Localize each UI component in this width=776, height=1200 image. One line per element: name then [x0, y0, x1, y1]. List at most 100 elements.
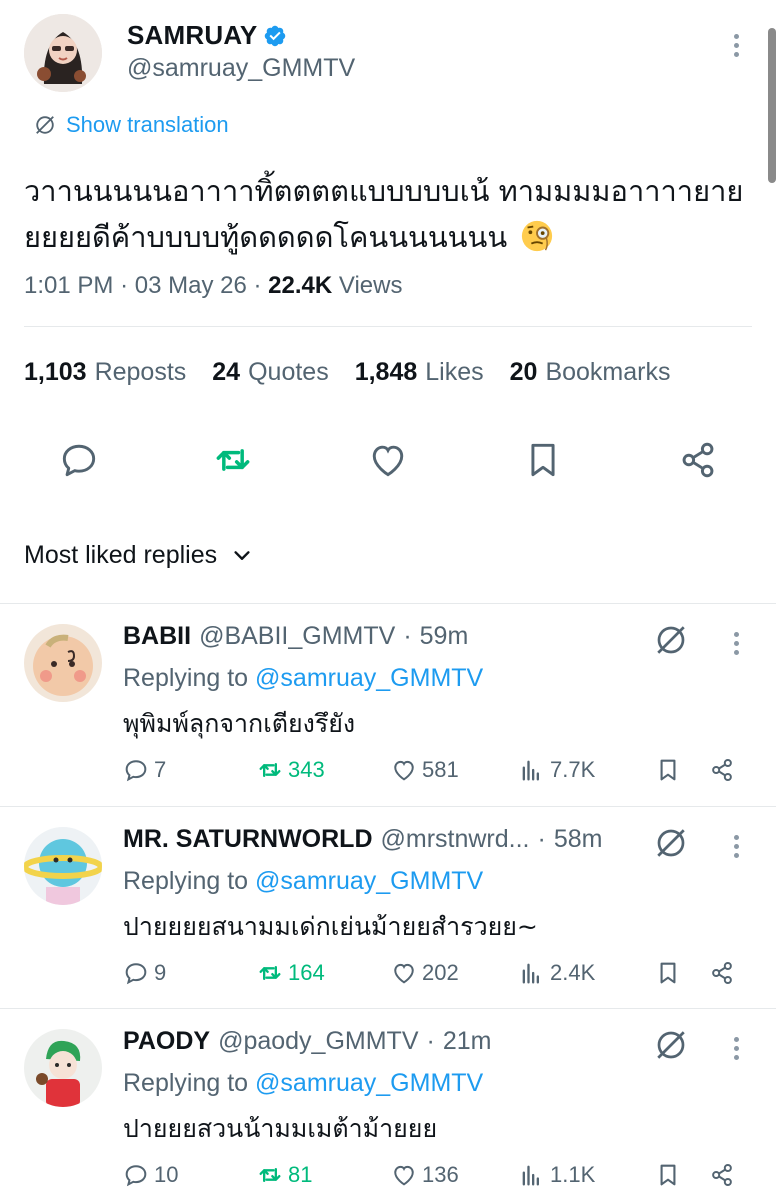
grok-icon	[36, 116, 54, 134]
reply-author-handle[interactable]: @paody_GMMTV	[218, 1027, 418, 1056]
reply-count: 9	[154, 960, 167, 985]
reposts-stat[interactable]: 1,103 Reposts	[24, 358, 186, 387]
views-button[interactable]: 7.7K	[518, 756, 595, 784]
reply-icon	[125, 1165, 147, 1187]
avatar[interactable]	[24, 624, 102, 702]
reply-button[interactable]: 7	[122, 756, 166, 784]
share-button[interactable]	[708, 959, 736, 987]
post-date: 03 May 26	[134, 272, 247, 299]
post-action-bar	[0, 438, 776, 488]
grok-icon[interactable]	[653, 1027, 689, 1063]
like-button[interactable]: 581	[390, 756, 459, 784]
like-button[interactable]: 136	[390, 1161, 459, 1189]
like-icon[interactable]	[366, 438, 410, 482]
author-name-text[interactable]: SAMRUAY	[127, 20, 257, 51]
likes-stat[interactable]: 1,848 Likes	[355, 358, 484, 387]
reply-action-bar: 10 81 136 1.1K	[0, 1161, 776, 1197]
reply-header: BABII @BABII_GMMTV · 59m	[123, 622, 469, 651]
views-count[interactable]: 22.4K	[268, 272, 332, 299]
author-name[interactable]: SAMRUAY	[127, 20, 287, 51]
face-with-monocle-icon	[522, 220, 553, 252]
repost-count: 81	[288, 1162, 313, 1187]
bookmark-button[interactable]	[654, 756, 682, 784]
reply-author-handle[interactable]: @mrstnwrd...	[381, 825, 530, 854]
views-button[interactable]: 2.4K	[518, 959, 595, 987]
avatar[interactable]	[24, 827, 102, 905]
reply-author-name[interactable]: BABII	[123, 622, 191, 651]
reply-author-name[interactable]: MR. SATURNWORLD	[123, 825, 373, 854]
reply-header: PAODY @paody_GMMTV · 21m	[123, 1027, 492, 1056]
like-count: 202	[422, 960, 459, 985]
post-text: วาานนนนนอาาาาทิ้ตตตตแบบบบบเน้ ทามมมมอาาา…	[24, 168, 754, 260]
like-icon	[394, 963, 414, 984]
share-icon[interactable]	[676, 438, 720, 482]
scrollbar[interactable]	[768, 28, 776, 183]
chevron-down-icon	[234, 550, 250, 560]
reply-time[interactable]: 59m	[420, 622, 469, 651]
replying-to: Replying to @samruay_GMMTV	[123, 664, 484, 692]
more-options-icon[interactable]	[733, 1037, 739, 1060]
mention-link[interactable]: @samruay_GMMTV	[255, 1069, 483, 1097]
reply-header: MR. SATURNWORLD @mrstnwrd... · 58m	[123, 825, 603, 854]
reply-author-name[interactable]: PAODY	[123, 1027, 210, 1056]
show-translation-link[interactable]: Show translation	[34, 112, 229, 138]
reply-action-bar: 9 164 202 2.4K	[0, 959, 776, 995]
views-button[interactable]: 1.1K	[518, 1161, 595, 1189]
reply-icon	[125, 760, 147, 782]
show-translation-label[interactable]: Show translation	[66, 112, 229, 138]
mention-link[interactable]: @samruay_GMMTV	[255, 664, 483, 692]
repost-icon[interactable]	[211, 438, 255, 482]
replying-to: Replying to @samruay_GMMTV	[123, 1069, 484, 1097]
reply-time[interactable]: 21m	[443, 1027, 492, 1056]
share-button[interactable]	[708, 756, 736, 784]
bookmark-icon	[660, 962, 676, 984]
more-options-icon[interactable]	[733, 835, 739, 858]
reply-icon[interactable]	[57, 438, 101, 482]
views-count: 2.4K	[550, 960, 596, 985]
post-text-line-2: ยยยยดีค้าบบบบทู้ดดดดดโคนนนนนนน	[24, 220, 508, 254]
verified-badge-icon	[265, 25, 286, 46]
reply-button[interactable]: 10	[122, 1161, 178, 1189]
bookmark-icon[interactable]	[521, 438, 565, 482]
avatar[interactable]	[24, 1029, 102, 1107]
more-options-icon[interactable]	[733, 632, 739, 655]
more-options-icon[interactable]	[733, 34, 739, 57]
reply-author-handle[interactable]: @BABII_GMMTV	[199, 622, 395, 651]
reply-time[interactable]: 58m	[554, 825, 603, 854]
repost-button[interactable]: 81	[256, 1161, 312, 1189]
reply-button[interactable]: 9	[122, 959, 166, 987]
replies-sort-dropdown[interactable]: Most liked replies	[24, 541, 253, 570]
reply-text: ปายยยยสนามมเด่กเย่นม้ายยสำรวยย~	[123, 912, 538, 941]
share-icon	[712, 961, 732, 985]
post-time: 1:01 PM	[24, 272, 114, 299]
reply-item[interactable]: BABII @BABII_GMMTV · 59m Replying to @sa…	[0, 604, 776, 806]
bookmarks-stat[interactable]: 20 Bookmarks	[510, 358, 671, 387]
avatar[interactable]	[24, 14, 102, 92]
divider	[24, 326, 752, 327]
repost-button[interactable]: 343	[256, 756, 325, 784]
views-label: Views	[338, 272, 403, 299]
repost-count: 164	[288, 960, 325, 985]
repost-button[interactable]: 164	[256, 959, 325, 987]
repost-count: 343	[288, 757, 325, 782]
grok-icon[interactable]	[653, 622, 689, 658]
bookmark-button[interactable]	[654, 1161, 682, 1189]
post-text-line-1: วาานนนนนอาาาาทิ้ตตตตแบบบบบเน้ ทามมมมอาาา…	[24, 174, 744, 208]
grok-icon[interactable]	[653, 825, 689, 861]
reply-text: พุพิมพ์ลุกจากเตียงรึยัง	[123, 709, 356, 738]
repost-icon	[259, 1168, 281, 1182]
author-handle[interactable]: @samruay_GMMTV	[127, 54, 355, 83]
reply-icon	[125, 963, 147, 985]
like-button[interactable]: 202	[390, 959, 459, 987]
mention-link[interactable]: @samruay_GMMTV	[255, 867, 483, 895]
sort-label[interactable]: Most liked replies	[24, 541, 217, 570]
quotes-stat[interactable]: 24 Quotes	[212, 358, 328, 387]
views-count: 1.1K	[550, 1162, 596, 1187]
reply-item[interactable]: MR. SATURNWORLD @mrstnwrd... · 58m Reply…	[0, 807, 776, 1009]
share-icon	[712, 1163, 732, 1187]
analytics-icon	[522, 963, 539, 984]
share-button[interactable]	[708, 1161, 736, 1189]
reply-item[interactable]: PAODY @paody_GMMTV · 21m Replying to @sa…	[0, 1009, 776, 1200]
like-icon	[394, 1165, 414, 1186]
bookmark-button[interactable]	[654, 959, 682, 987]
